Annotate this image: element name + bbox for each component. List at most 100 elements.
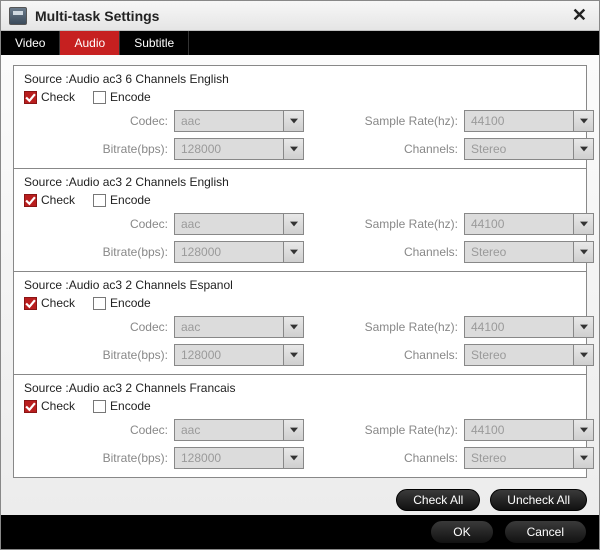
window-title: Multi-task Settings: [35, 8, 568, 24]
checkmark-icon: [24, 297, 37, 310]
check-checkbox[interactable]: Check: [24, 399, 75, 413]
channels-label: Channels:: [304, 142, 464, 156]
sample-rate-label: Sample Rate(hz):: [304, 320, 464, 334]
settings-window: Multi-task Settings ✕ Video Audio Subtit…: [0, 0, 600, 550]
sample-rate-label: Sample Rate(hz):: [304, 423, 464, 437]
bitrate-value: 128000: [175, 451, 283, 465]
check-checkbox[interactable]: Check: [24, 296, 75, 310]
bitrate-value: 128000: [175, 245, 283, 259]
field-grid: Codec: aac Sample Rate(hz): 44100 Bitrat…: [24, 110, 576, 160]
codec-value: aac: [175, 423, 283, 437]
chevron-down-icon: [573, 242, 593, 262]
channels-value: Stereo: [465, 142, 573, 156]
bitrate-select[interactable]: 128000: [174, 241, 304, 263]
chevron-down-icon: [283, 345, 303, 365]
codec-value: aac: [175, 114, 283, 128]
checkbox-empty-icon: [93, 400, 106, 413]
bitrate-select[interactable]: 128000: [174, 447, 304, 469]
encode-checkbox[interactable]: Encode: [93, 296, 151, 310]
sample-rate-select[interactable]: 44100: [464, 110, 594, 132]
codec-select[interactable]: aac: [174, 419, 304, 441]
source-title: Source :Audio ac3 6 Channels English: [24, 72, 576, 86]
tab-subtitle[interactable]: Subtitle: [120, 31, 189, 55]
encode-checkbox[interactable]: Encode: [93, 90, 151, 104]
sources-panel: Source :Audio ac3 6 Channels English Che…: [13, 65, 587, 478]
sample-rate-value: 44100: [465, 217, 573, 231]
check-label: Check: [41, 193, 75, 207]
field-grid: Codec: aac Sample Rate(hz): 44100 Bitrat…: [24, 419, 576, 469]
checkmark-icon: [24, 194, 37, 207]
close-icon[interactable]: ✕: [568, 5, 591, 26]
encode-checkbox[interactable]: Encode: [93, 399, 151, 413]
checkmark-icon: [24, 91, 37, 104]
channels-select[interactable]: Stereo: [464, 344, 594, 366]
sample-rate-value: 44100: [465, 114, 573, 128]
checkmark-icon: [24, 400, 37, 413]
channels-value: Stereo: [465, 451, 573, 465]
codec-select[interactable]: aac: [174, 110, 304, 132]
bitrate-label: Bitrate(bps):: [24, 348, 174, 362]
chevron-down-icon: [573, 420, 593, 440]
chevron-down-icon: [283, 420, 303, 440]
check-row: Check Encode: [24, 193, 576, 207]
sample-rate-value: 44100: [465, 320, 573, 334]
bitrate-select[interactable]: 128000: [174, 344, 304, 366]
check-checkbox[interactable]: Check: [24, 90, 75, 104]
app-icon: [9, 7, 27, 25]
sample-rate-select[interactable]: 44100: [464, 213, 594, 235]
cancel-button[interactable]: Cancel: [504, 520, 587, 544]
uncheck-all-button[interactable]: Uncheck All: [490, 489, 587, 511]
encode-label: Encode: [110, 296, 151, 310]
checkbox-empty-icon: [93, 194, 106, 207]
titlebar: Multi-task Settings ✕: [1, 1, 599, 31]
tab-video[interactable]: Video: [1, 31, 60, 55]
check-row: Check Encode: [24, 90, 576, 104]
bitrate-label: Bitrate(bps):: [24, 245, 174, 259]
bitrate-label: Bitrate(bps):: [24, 451, 174, 465]
codec-select[interactable]: aac: [174, 213, 304, 235]
channels-select[interactable]: Stereo: [464, 241, 594, 263]
bitrate-value: 128000: [175, 348, 283, 362]
codec-select[interactable]: aac: [174, 316, 304, 338]
chevron-down-icon: [573, 448, 593, 468]
check-row: Check Encode: [24, 296, 576, 310]
field-grid: Codec: aac Sample Rate(hz): 44100 Bitrat…: [24, 316, 576, 366]
checkbox-empty-icon: [93, 91, 106, 104]
encode-label: Encode: [110, 193, 151, 207]
sample-rate-select[interactable]: 44100: [464, 316, 594, 338]
sample-rate-label: Sample Rate(hz):: [304, 217, 464, 231]
check-checkbox[interactable]: Check: [24, 193, 75, 207]
source-block: Source :Audio ac3 6 Channels English Che…: [14, 66, 586, 169]
field-grid: Codec: aac Sample Rate(hz): 44100 Bitrat…: [24, 213, 576, 263]
channels-select[interactable]: Stereo: [464, 447, 594, 469]
bitrate-value: 128000: [175, 142, 283, 156]
channels-value: Stereo: [465, 348, 573, 362]
sample-rate-value: 44100: [465, 423, 573, 437]
check-all-button[interactable]: Check All: [396, 489, 480, 511]
check-label: Check: [41, 90, 75, 104]
channels-label: Channels:: [304, 348, 464, 362]
sample-rate-label: Sample Rate(hz):: [304, 114, 464, 128]
bitrate-select[interactable]: 128000: [174, 138, 304, 160]
checkbox-empty-icon: [93, 297, 106, 310]
tab-audio[interactable]: Audio: [60, 31, 120, 55]
channels-select[interactable]: Stereo: [464, 138, 594, 160]
bitrate-label: Bitrate(bps):: [24, 142, 174, 156]
chevron-down-icon: [573, 214, 593, 234]
source-block: Source :Audio ac3 2 Channels Espanol Che…: [14, 272, 586, 375]
encode-checkbox[interactable]: Encode: [93, 193, 151, 207]
chevron-down-icon: [283, 242, 303, 262]
chevron-down-icon: [573, 139, 593, 159]
source-title: Source :Audio ac3 2 Channels English: [24, 175, 576, 189]
chevron-down-icon: [283, 111, 303, 131]
check-row: Check Encode: [24, 399, 576, 413]
tabbar: Video Audio Subtitle: [1, 31, 599, 55]
source-block: Source :Audio ac3 2 Channels Francais Ch…: [14, 375, 586, 477]
sample-rate-select[interactable]: 44100: [464, 419, 594, 441]
codec-value: aac: [175, 217, 283, 231]
ok-button[interactable]: OK: [430, 520, 493, 544]
encode-label: Encode: [110, 90, 151, 104]
chevron-down-icon: [283, 139, 303, 159]
check-label: Check: [41, 399, 75, 413]
chevron-down-icon: [283, 214, 303, 234]
